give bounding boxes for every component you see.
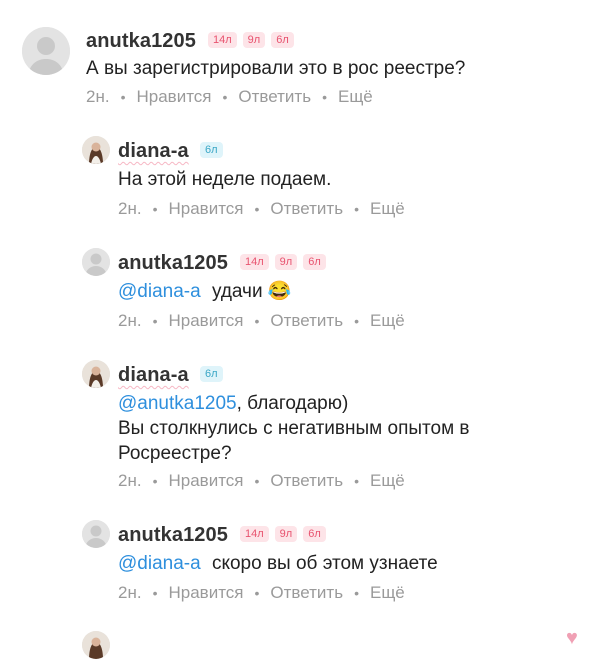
default-avatar-icon[interactable] bbox=[82, 520, 110, 548]
comment-text: @diana-a удачи 😂 bbox=[118, 279, 292, 304]
child-age-badge: 14л bbox=[240, 254, 269, 270]
separator-dot: • bbox=[222, 89, 228, 105]
user-photo-avatar[interactable] bbox=[82, 360, 110, 388]
comment-author[interactable]: diana-a bbox=[118, 140, 189, 163]
more-button[interactable]: Ещё bbox=[370, 311, 405, 331]
separator-dot: • bbox=[120, 89, 126, 105]
child-age-badge: 14л bbox=[208, 32, 237, 48]
user-mention-link[interactable]: @anutka1205 bbox=[118, 393, 237, 414]
separator-dot: • bbox=[152, 473, 158, 489]
child-age-badge: 6л bbox=[303, 526, 326, 542]
separator-dot: • bbox=[254, 585, 260, 601]
like-button[interactable]: Нравится bbox=[168, 583, 243, 603]
like-button[interactable]: Нравится bbox=[168, 471, 243, 491]
comment-text: На этой неделе подаем. bbox=[118, 169, 332, 190]
comment-time: 2н. bbox=[86, 87, 110, 106]
age-badges: 6л bbox=[200, 142, 223, 158]
separator-dot: • bbox=[254, 201, 260, 217]
more-button[interactable]: Ещё bbox=[338, 87, 373, 107]
comment-actions: 2н. • Нравится • Ответить • Ещё bbox=[86, 87, 373, 107]
reply-button[interactable]: Ответить bbox=[270, 199, 343, 219]
child-age-badge: 6л bbox=[200, 366, 223, 382]
reply-button[interactable]: Ответить bbox=[270, 471, 343, 491]
reply-button[interactable]: Ответить bbox=[270, 311, 343, 331]
comment-actions: 2н. • Нравится • Ответить • Ещё bbox=[118, 311, 405, 331]
separator-dot: • bbox=[152, 585, 158, 601]
user-photo-avatar[interactable] bbox=[82, 631, 110, 659]
separator-dot: • bbox=[354, 585, 359, 601]
like-button[interactable]: Нравится bbox=[168, 311, 243, 331]
separator-dot: • bbox=[254, 313, 260, 329]
reply-button[interactable]: Ответить bbox=[238, 87, 311, 107]
default-avatar-icon[interactable] bbox=[82, 248, 110, 276]
comment-actions: 2н. • Нравится • Ответить • Ещё bbox=[118, 471, 405, 491]
child-age-badge: 9л bbox=[242, 32, 266, 48]
reply-button[interactable]: Ответить bbox=[270, 583, 343, 603]
age-badges: 14л 9л 6л bbox=[240, 254, 326, 270]
child-age-badge: 6л bbox=[200, 142, 223, 158]
like-button[interactable]: Нравится bbox=[168, 199, 243, 219]
laughing-emoji-icon: 😂 bbox=[267, 281, 292, 302]
more-button[interactable]: Ещё bbox=[370, 471, 405, 491]
comment-text: @anutka1205, благодарю) Вы столкнулись с… bbox=[118, 391, 470, 466]
comment-author[interactable]: anutka1205 bbox=[118, 252, 228, 275]
separator-dot: • bbox=[354, 201, 359, 217]
user-mention-link[interactable]: @diana-a bbox=[118, 553, 201, 574]
child-age-badge: 14л bbox=[240, 526, 269, 542]
comment-text: @diana-a скоро вы об этом узнаете bbox=[118, 551, 438, 576]
age-badges: 14л 9л 6л bbox=[240, 526, 326, 542]
comment-text: А вы зарегистрировали это в рос реестре? bbox=[86, 58, 466, 79]
comment-time: 2н. bbox=[118, 471, 142, 490]
comment-actions: 2н. • Нравится • Ответить • Ещё bbox=[118, 583, 405, 603]
user-photo-avatar[interactable] bbox=[82, 136, 110, 164]
separator-dot: • bbox=[322, 89, 327, 105]
comment-body-line1: , благодарю) bbox=[236, 393, 349, 414]
comment-time: 2н. bbox=[118, 583, 142, 602]
more-button[interactable]: Ещё bbox=[370, 199, 405, 219]
comment-time: 2н. bbox=[118, 199, 142, 218]
separator-dot: • bbox=[152, 201, 158, 217]
comment-author[interactable]: anutka1205 bbox=[86, 30, 196, 53]
comment-body: удачи bbox=[211, 281, 263, 302]
comment-author[interactable]: diana-a bbox=[118, 364, 189, 387]
separator-dot: • bbox=[254, 473, 260, 489]
child-age-badge: 6л bbox=[303, 254, 326, 270]
child-age-badge: 9л bbox=[274, 254, 298, 270]
comment-body: скоро вы об этом узнаете bbox=[211, 553, 438, 574]
age-badges: 14л 9л 6л bbox=[208, 32, 294, 48]
default-avatar-icon[interactable] bbox=[22, 27, 70, 75]
separator-dot: • bbox=[354, 313, 359, 329]
separator-dot: • bbox=[354, 473, 359, 489]
more-button[interactable]: Ещё bbox=[370, 583, 405, 603]
comment-body-line2: Вы столкнулись с негативным опытом в bbox=[118, 418, 470, 439]
comment-author[interactable]: anutka1205 bbox=[118, 524, 228, 547]
user-mention-link[interactable]: @diana-a bbox=[118, 281, 201, 302]
child-age-badge: 9л bbox=[274, 526, 298, 542]
age-badges: 6л bbox=[200, 366, 223, 382]
comment-actions: 2н. • Нравится • Ответить • Ещё bbox=[118, 199, 405, 219]
separator-dot: • bbox=[152, 313, 158, 329]
child-age-badge: 6л bbox=[271, 32, 294, 48]
like-button[interactable]: Нравится bbox=[136, 87, 211, 107]
comment-time: 2н. bbox=[118, 311, 142, 330]
comment-body-line3: Росреестре? bbox=[118, 443, 232, 464]
heart-icon[interactable]: ♥ bbox=[566, 628, 588, 648]
